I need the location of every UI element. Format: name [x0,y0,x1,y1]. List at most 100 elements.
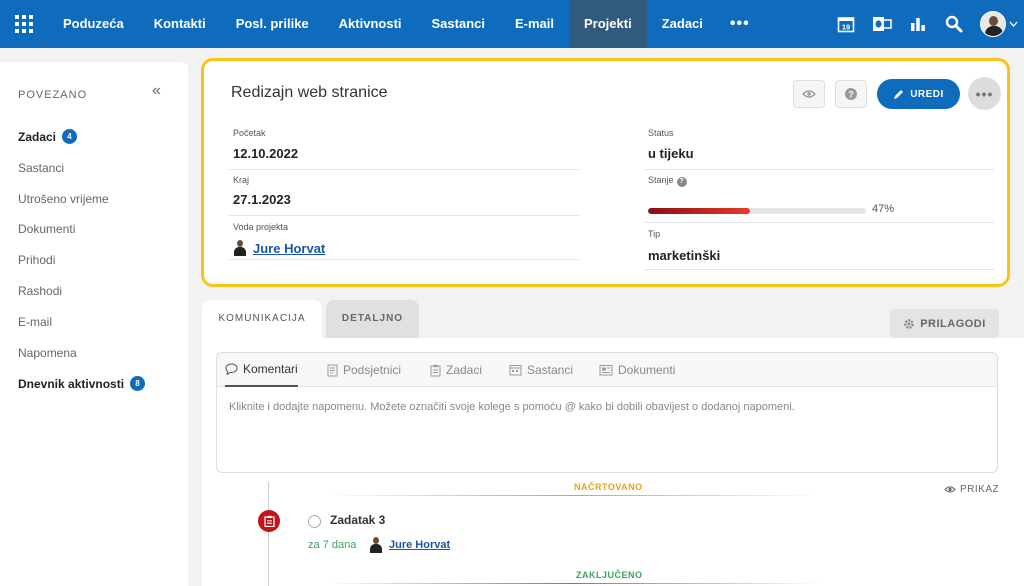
outlook-icon[interactable] [864,0,900,48]
more-options-button[interactable]: ••• [968,77,1001,110]
communication-panel: KOMUNIKACIJA DETALJNO PRILAGODI Komentar… [202,300,1024,586]
subtab-dokumenti[interactable]: Dokumenti [599,353,675,387]
planned-divider [324,495,822,496]
help-icon[interactable]: ? [676,177,687,187]
sidebar-item-zadaci[interactable]: Zadaci 4 [18,129,78,144]
task-assignee-name: Jure Horvat [389,539,451,551]
task-due: za 7 dana [308,539,357,551]
count-badge: 4 [62,129,78,144]
comment-composer[interactable]: Komentari Podsjetnici Zadaci Sastanci Do… [216,352,998,473]
sidebar-item-napomena[interactable]: Napomena [18,346,77,360]
divider [644,269,994,270]
tab-komunikacija[interactable]: KOMUNIKACIJA [202,300,322,338]
progress-percent: 47% [872,203,895,215]
count-badge: 8 [130,376,146,391]
clipboard-icon [430,364,441,376]
tab-detaljno[interactable]: DETALJNO [326,300,419,338]
comment-icon [225,363,238,375]
comment-sub-tabs: Komentari Podsjetnici Zadaci Sastanci Do… [217,353,997,387]
comment-placeholder[interactable]: Kliknite i dodajte napomenu. Možete ozna… [229,401,795,413]
divider [229,259,579,260]
sidebar-item-prihodi[interactable]: Prihodi [18,253,55,267]
divider [229,215,579,216]
subtab-zadaci[interactable]: Zadaci [430,353,482,387]
nav-item-projekti[interactable]: Projekti [569,0,647,48]
project-lead-name: Jure Horvat [253,240,326,256]
gear-icon [904,318,914,329]
calendar-icon[interactable]: 19 [828,0,864,48]
type-value: marketinški [648,248,721,263]
start-label: Početak [233,128,266,138]
nav-item-email[interactable]: E-mail [500,0,569,48]
eye-icon [944,486,956,493]
edit-button-label: UREDI [910,88,944,100]
search-icon[interactable] [936,0,972,48]
sidebar-item-dnevnik-aktivnosti[interactable]: Dnevnik aktivnosti 8 [18,376,146,391]
avatar [233,240,247,256]
task-type-icon [258,510,280,532]
subtab-label: Sastanci [527,363,574,377]
subtab-label: Podsjetnici [343,363,402,377]
planned-section-label: NAČRTOVANO [574,482,643,492]
watch-button[interactable] [793,80,825,108]
user-avatar[interactable] [980,11,1006,37]
reminder-icon [327,364,338,376]
end-label: Kraj [233,175,250,185]
nav-item-kontakti[interactable]: Kontakti [139,0,221,48]
customize-button[interactable]: PRILAGODI [890,309,999,338]
project-lead-link[interactable]: Jure Horvat [233,240,325,256]
divider [644,222,994,223]
svg-text:?: ? [848,90,854,100]
progress-bar [648,208,866,214]
type-label: Tip [648,229,661,239]
subtab-label: Dokumenti [618,363,676,377]
timeline-line [268,482,269,586]
app-grid-icon[interactable] [0,0,48,48]
task-complete-checkbox[interactable] [308,515,321,528]
status-value: u tijeku [648,146,694,161]
show-label: PRIKAZ [960,484,1000,495]
task-assignee-link[interactable]: Jure Horvat [369,537,450,553]
sidebar-item-label: Zadaci [18,129,57,144]
done-section-label: ZAKLJUČENO [576,570,643,580]
calendar-day-text: 19 [842,23,850,32]
task-name[interactable]: Zadatak 3 [330,513,385,527]
collapse-sidebar-icon[interactable]: « [152,82,161,100]
subtab-podsjetnici[interactable]: Podsjetnici [327,353,401,387]
sidebar-item-sastanci[interactable]: Sastanci [18,161,64,175]
project-title: Redizajn web stranice [231,84,388,101]
edit-button[interactable]: UREDI [877,79,960,109]
bar-chart-icon[interactable] [900,0,936,48]
document-icon [599,365,613,376]
related-sidebar: POVEZANO « Zadaci 4 Sastanci Utrošeno vr… [0,62,188,586]
subtab-label: Komentari [243,362,298,376]
sidebar-item-utroseno-vrijeme[interactable]: Utrošeno vrijeme [18,192,109,206]
nav-item-posl-prilike[interactable]: Posl. prilike [221,0,324,48]
progress-fill [648,208,751,214]
divider [229,169,579,170]
nav-more-button[interactable]: ••• [718,15,762,33]
nav-item-aktivnosti[interactable]: Aktivnosti [324,0,417,48]
sidebar-heading: POVEZANO [18,89,88,101]
top-navigation: Poduzeća Kontakti Posl. prilike Aktivnos… [0,0,1024,48]
sidebar-item-dokumenti[interactable]: Dokumenti [18,222,75,236]
pencil-icon [894,89,904,99]
chevron-down-icon[interactable] [1009,19,1018,30]
subtab-sastanci[interactable]: Sastanci [509,353,573,387]
show-button[interactable]: PRIKAZ [944,484,999,495]
customize-label: PRILAGODI [920,317,986,330]
nav-item-zadaci[interactable]: Zadaci [647,0,718,48]
nav-item-poduzeca[interactable]: Poduzeća [48,0,139,48]
done-divider [324,583,822,584]
panel-body: Komentari Podsjetnici Zadaci Sastanci Do… [202,338,1024,586]
sidebar-item-rashodi[interactable]: Rashodi [18,284,62,298]
state-label: Stanje? [648,175,687,187]
question-icon: ? [845,88,857,100]
subtab-komentari[interactable]: Komentari [225,353,298,387]
sidebar-item-email[interactable]: E-mail [18,315,52,329]
nav-item-sastanci[interactable]: Sastanci [417,0,500,48]
status-label: Status [648,128,674,138]
help-button[interactable]: ? [835,80,867,108]
avatar [369,537,383,553]
calendar-small-icon [509,365,522,376]
